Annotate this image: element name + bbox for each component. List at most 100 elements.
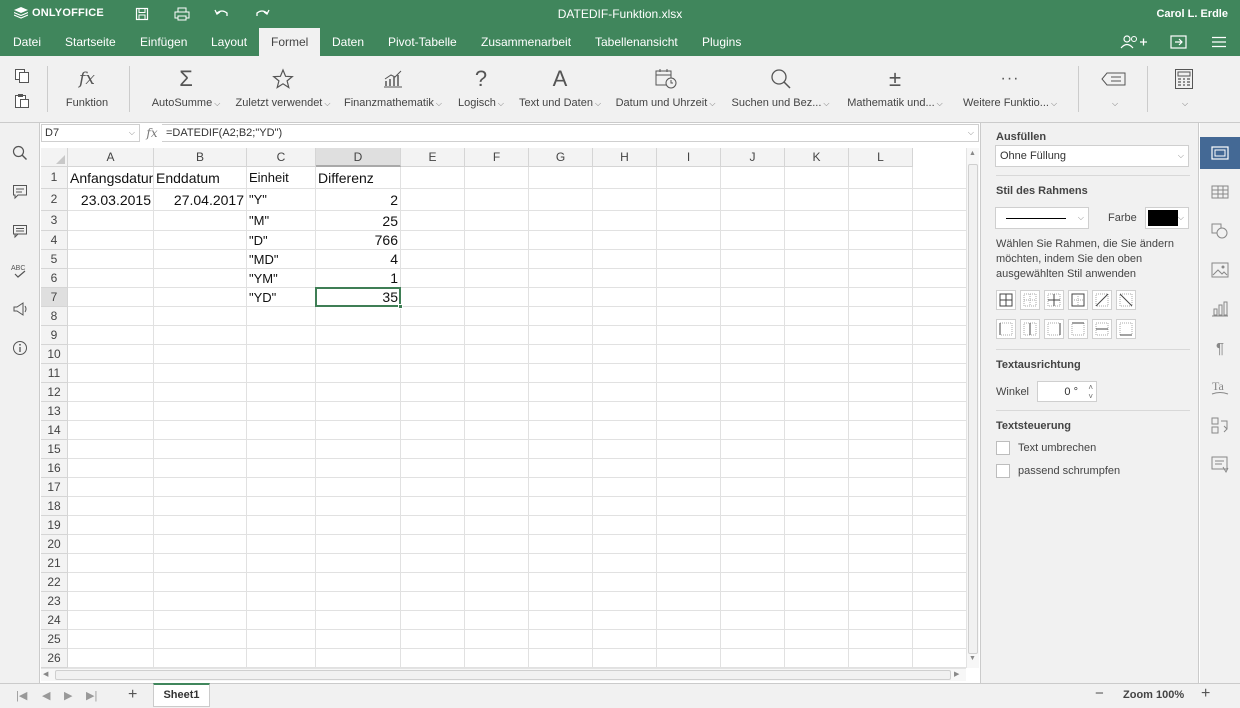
tab-pivot-tabelle[interactable]: Pivot-Tabelle: [380, 28, 465, 56]
angle-down-icon[interactable]: ˅: [1088, 387, 1093, 407]
top-border-icon[interactable]: [1068, 319, 1088, 339]
row-header-7[interactable]: 7: [41, 288, 68, 307]
cell-d5[interactable]: 4: [316, 251, 400, 269]
cell-b1[interactable]: Enddatum: [154, 168, 246, 189]
spreadsheet-grid[interactable]: A B C D E F G H I J K L 1 2 3 4 5 6 7 8 9 10 11 12 13 14 15 16 17 18 1…: [41, 148, 966, 668]
column-header-f[interactable]: F: [465, 148, 529, 167]
row-header-4[interactable]: 4: [41, 231, 68, 250]
row-header-16[interactable]: 16: [41, 459, 68, 478]
sheet-tab[interactable]: Sheet1: [153, 683, 210, 707]
row-header-1[interactable]: 1: [41, 167, 68, 189]
horizontal-scrollbar[interactable]: ◀ ▶: [41, 668, 966, 681]
row-header-17[interactable]: 17: [41, 478, 68, 497]
row-header-23[interactable]: 23: [41, 592, 68, 611]
angle-spinner[interactable]: 0 ° ˄ ˅: [1037, 381, 1097, 402]
first-sheet-icon[interactable]: |◀: [16, 689, 27, 702]
cell-c7[interactable]: "YD": [247, 289, 315, 307]
table-settings-icon[interactable]: [1211, 183, 1229, 201]
zoom-level[interactable]: Zoom 100%: [1123, 689, 1184, 701]
named-ranges-button[interactable]: ⌵: [1098, 62, 1130, 109]
vertical-scroll-thumb[interactable]: [968, 164, 978, 654]
signature-settings-icon[interactable]: [1211, 456, 1229, 474]
formula-input[interactable]: =DATEDIF(A2;B2;"YD") ⌵: [162, 124, 979, 142]
row-header-11[interactable]: 11: [41, 364, 68, 383]
no-borders-icon[interactable]: [1020, 290, 1040, 310]
expand-formula-icon[interactable]: ⌵: [968, 125, 974, 141]
shape-settings-icon[interactable]: [1211, 222, 1229, 240]
inner-vertical-border-icon[interactable]: [1020, 319, 1040, 339]
feedback-icon[interactable]: [11, 300, 29, 318]
horizontal-scroll-thumb[interactable]: [55, 670, 951, 680]
wrap-text-checkbox[interactable]: [996, 441, 1010, 455]
tab-plugins[interactable]: Plugins: [694, 28, 749, 56]
comments-icon[interactable]: [11, 183, 29, 201]
row-header-8[interactable]: 8: [41, 307, 68, 326]
column-header-i[interactable]: I: [657, 148, 721, 167]
zoom-out-icon[interactable]: −: [1095, 685, 1104, 702]
column-header-d[interactable]: D: [316, 148, 401, 167]
prev-sheet-icon[interactable]: ◀: [42, 689, 50, 702]
shrink-to-fit-label[interactable]: passend schrumpfen: [1018, 464, 1120, 479]
name-box[interactable]: D7 ⌵: [41, 124, 140, 142]
cell-d2[interactable]: 2: [316, 190, 400, 211]
spellcheck-icon[interactable]: ABC: [11, 261, 29, 279]
lookup-button[interactable]: Suchen und Bez... ⌵: [728, 62, 833, 109]
border-color-picker[interactable]: ⌵: [1145, 207, 1189, 229]
copy-icon[interactable]: [14, 68, 30, 87]
image-settings-icon[interactable]: [1211, 261, 1229, 279]
inner-horizontal-border-icon[interactable]: [1092, 319, 1112, 339]
row-header-13[interactable]: 13: [41, 402, 68, 421]
row-header-25[interactable]: 25: [41, 630, 68, 649]
print-icon[interactable]: [172, 5, 192, 23]
tab-datei[interactable]: Datei: [5, 28, 49, 56]
column-header-c[interactable]: C: [247, 148, 316, 167]
text-art-settings-icon[interactable]: Ta: [1211, 378, 1229, 396]
search-icon[interactable]: [11, 144, 29, 162]
cell-d3[interactable]: 25: [316, 212, 400, 231]
diagonal-down-border-icon[interactable]: [1116, 290, 1136, 310]
function-button[interactable]: fx Funktion: [62, 62, 112, 109]
cell-a1[interactable]: Anfangsdatum: [68, 168, 153, 189]
redo-icon[interactable]: [252, 5, 272, 23]
vertical-scrollbar[interactable]: ▲ ▼: [966, 148, 979, 668]
column-header-k[interactable]: K: [785, 148, 849, 167]
cell-c3[interactable]: "M": [247, 212, 315, 231]
tab-startseite[interactable]: Startseite: [57, 28, 124, 56]
paste-icon[interactable]: [14, 93, 30, 112]
row-header-3[interactable]: 3: [41, 211, 68, 231]
add-sheet-icon[interactable]: +: [128, 686, 137, 704]
pivot-settings-icon[interactable]: [1211, 417, 1229, 435]
scroll-up-icon[interactable]: ▲: [969, 150, 976, 157]
cell-d4[interactable]: 766: [316, 232, 400, 250]
recently-used-button[interactable]: Zuletzt verwendet ⌵: [233, 62, 333, 109]
autosum-button[interactable]: Σ AutoSumme ⌵: [148, 62, 224, 109]
chevron-down-icon[interactable]: ⌵: [129, 125, 135, 141]
row-header-10[interactable]: 10: [41, 345, 68, 364]
save-icon[interactable]: [132, 5, 152, 23]
select-all-corner[interactable]: [41, 148, 68, 167]
row-header-9[interactable]: 9: [41, 326, 68, 345]
cell-b2[interactable]: 27.04.2017: [154, 190, 246, 211]
tab-daten[interactable]: Daten: [324, 28, 372, 56]
scroll-left-icon[interactable]: ◀: [43, 670, 48, 678]
financial-button[interactable]: Finanzmathematik ⌵: [342, 62, 444, 109]
row-header-15[interactable]: 15: [41, 440, 68, 459]
column-header-a[interactable]: A: [68, 148, 154, 167]
paragraph-settings-icon[interactable]: ¶: [1211, 339, 1229, 357]
column-header-e[interactable]: E: [401, 148, 465, 167]
tab-einfuegen[interactable]: Einfügen: [132, 28, 195, 56]
cell-c2[interactable]: "Y": [247, 190, 315, 211]
cell-d1[interactable]: Differenz: [316, 168, 400, 189]
tab-formel[interactable]: Formel: [259, 28, 320, 56]
share-icon[interactable]: [1120, 34, 1148, 50]
border-style-select[interactable]: ⌵: [995, 207, 1089, 229]
chat-icon[interactable]: [11, 222, 29, 240]
row-header-5[interactable]: 5: [41, 250, 68, 269]
menu-icon[interactable]: [1211, 34, 1227, 50]
column-header-b[interactable]: B: [154, 148, 247, 167]
cell-a2[interactable]: 23.03.2015: [68, 190, 153, 211]
open-location-icon[interactable]: [1170, 34, 1188, 50]
text-data-button[interactable]: A Text und Daten ⌵: [516, 62, 604, 109]
next-sheet-icon[interactable]: ▶: [64, 689, 72, 702]
row-header-2[interactable]: 2: [41, 189, 68, 211]
